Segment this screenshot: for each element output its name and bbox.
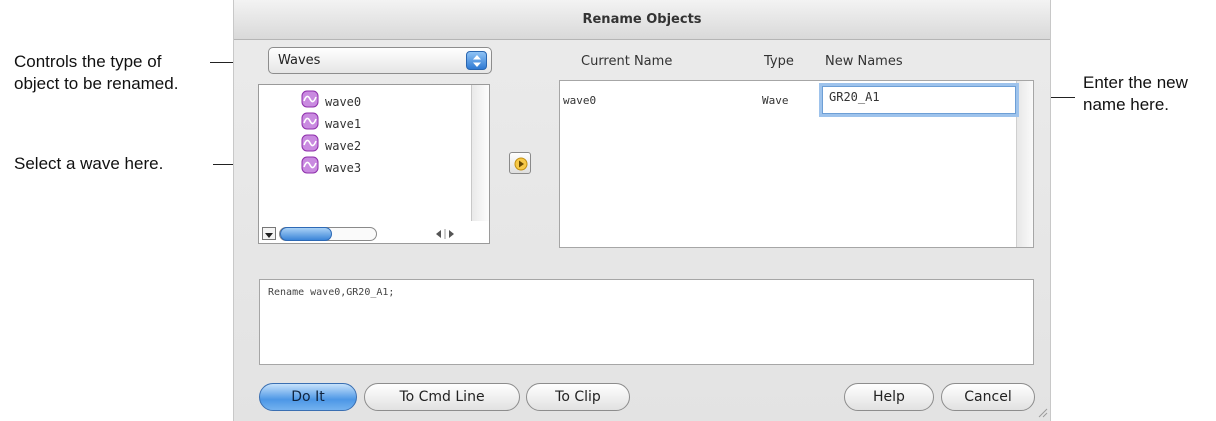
wave-list-item[interactable]: wave3 bbox=[301, 156, 361, 178]
scroll-arrows[interactable] bbox=[431, 228, 461, 240]
transfer-button[interactable] bbox=[509, 152, 531, 174]
object-type-popup[interactable]: Waves bbox=[268, 47, 492, 74]
annotation-select-wave: Select a wave here. bbox=[14, 153, 163, 175]
horizontal-scroll-thumb[interactable] bbox=[280, 227, 332, 241]
command-preview: Rename wave0,GR20_A1; bbox=[259, 279, 1034, 365]
wave-list-horizontal-scrollbar[interactable] bbox=[259, 225, 489, 243]
wave-list-item-label: wave0 bbox=[325, 95, 362, 109]
current-name-cell: wave0 bbox=[563, 94, 597, 107]
help-button[interactable]: Help bbox=[844, 383, 934, 411]
annotation-type-control-line1: Controls the type of bbox=[14, 52, 162, 71]
horizontal-scroll-track[interactable] bbox=[279, 227, 377, 241]
annotation-type-control: Controls the type of object to be rename… bbox=[14, 51, 178, 95]
new-name-field[interactable]: GR20_A1 bbox=[822, 86, 1016, 114]
wave-list-item-label: wave1 bbox=[325, 117, 362, 131]
column-header-type: Type bbox=[764, 54, 794, 69]
type-cell: Wave bbox=[762, 94, 789, 107]
do-it-button[interactable]: Do It bbox=[259, 383, 357, 411]
triangle-down-icon bbox=[265, 233, 273, 238]
object-type-popup-label: Waves bbox=[278, 53, 321, 68]
wave-list-item[interactable]: wave2 bbox=[301, 134, 361, 156]
wave-list-item-label: wave3 bbox=[325, 161, 362, 175]
right-arrow-icon bbox=[514, 157, 528, 171]
wave-icon bbox=[301, 156, 319, 181]
list-menu-button[interactable] bbox=[262, 227, 276, 240]
rename-table-scrollbar[interactable] bbox=[1016, 81, 1033, 247]
dialog-title: Rename Objects bbox=[234, 0, 1050, 40]
annotation-select-wave-text: Select a wave here. bbox=[14, 154, 164, 173]
wave-list[interactable]: wave0 wave1 wave2 wave3 bbox=[258, 84, 490, 244]
resize-grip-icon[interactable] bbox=[1036, 406, 1048, 418]
left-right-arrows-icon bbox=[436, 229, 454, 239]
to-clip-button[interactable]: To Clip bbox=[526, 383, 630, 411]
wave-list-item-label: wave2 bbox=[325, 139, 362, 153]
to-cmd-line-button[interactable]: To Cmd Line bbox=[364, 383, 520, 411]
annotation-enter-name-line1: Enter the new bbox=[1083, 73, 1188, 92]
wave-list-item[interactable]: wave1 bbox=[301, 112, 361, 134]
up-down-arrows-icon bbox=[466, 51, 487, 70]
annotation-enter-name-line2: name here. bbox=[1083, 95, 1169, 114]
annotation-type-control-line2: object to be renamed. bbox=[14, 74, 179, 93]
wave-list-vertical-scrollbar[interactable] bbox=[471, 85, 489, 221]
wave-list-item[interactable]: wave0 bbox=[301, 90, 361, 112]
annotation-enter-name: Enter the new name here. bbox=[1083, 72, 1188, 116]
cancel-button[interactable]: Cancel bbox=[941, 383, 1035, 411]
column-header-new-names: New Names bbox=[825, 54, 903, 69]
column-header-current-name: Current Name bbox=[581, 54, 673, 69]
